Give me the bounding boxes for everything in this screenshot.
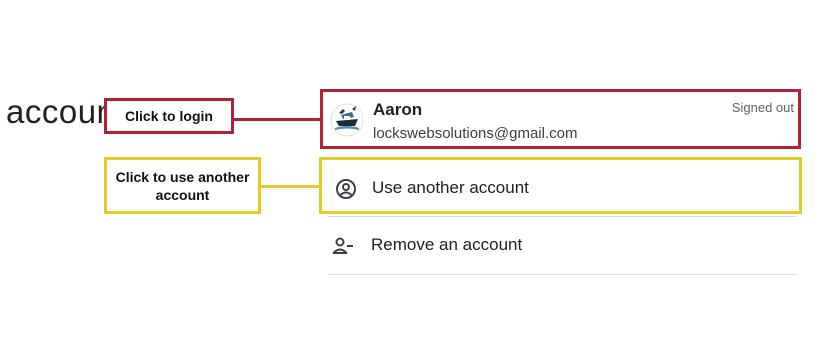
callout-click-to-use-another: Click to use another account: [104, 157, 261, 214]
account-email: lockswebsolutions@gmail.com: [373, 125, 578, 142]
account-name: Aaron: [373, 100, 423, 119]
account-status: Signed out: [731, 100, 794, 115]
person-remove-icon: [332, 237, 353, 254]
account-chooser-stage: accounts Click to login Click to use ano…: [0, 0, 828, 345]
callout-connector-use-another: [261, 185, 320, 188]
divider: [328, 216, 797, 217]
use-another-account-button[interactable]: Use another account: [319, 157, 802, 214]
use-another-account-label: Use another account: [372, 178, 529, 197]
ship-avatar-icon: [330, 103, 364, 137]
account-circle-icon: [336, 179, 356, 199]
remove-an-account-label: Remove an account: [371, 235, 523, 254]
divider: [328, 274, 797, 275]
account-row-aaron[interactable]: Aaron lockswebsolutions@gmail.com Signed…: [320, 89, 801, 149]
callout-click-to-login: Click to login: [104, 98, 234, 134]
callout-connector-login: [234, 118, 322, 121]
remove-an-account-button[interactable]: Remove an account: [328, 218, 798, 274]
